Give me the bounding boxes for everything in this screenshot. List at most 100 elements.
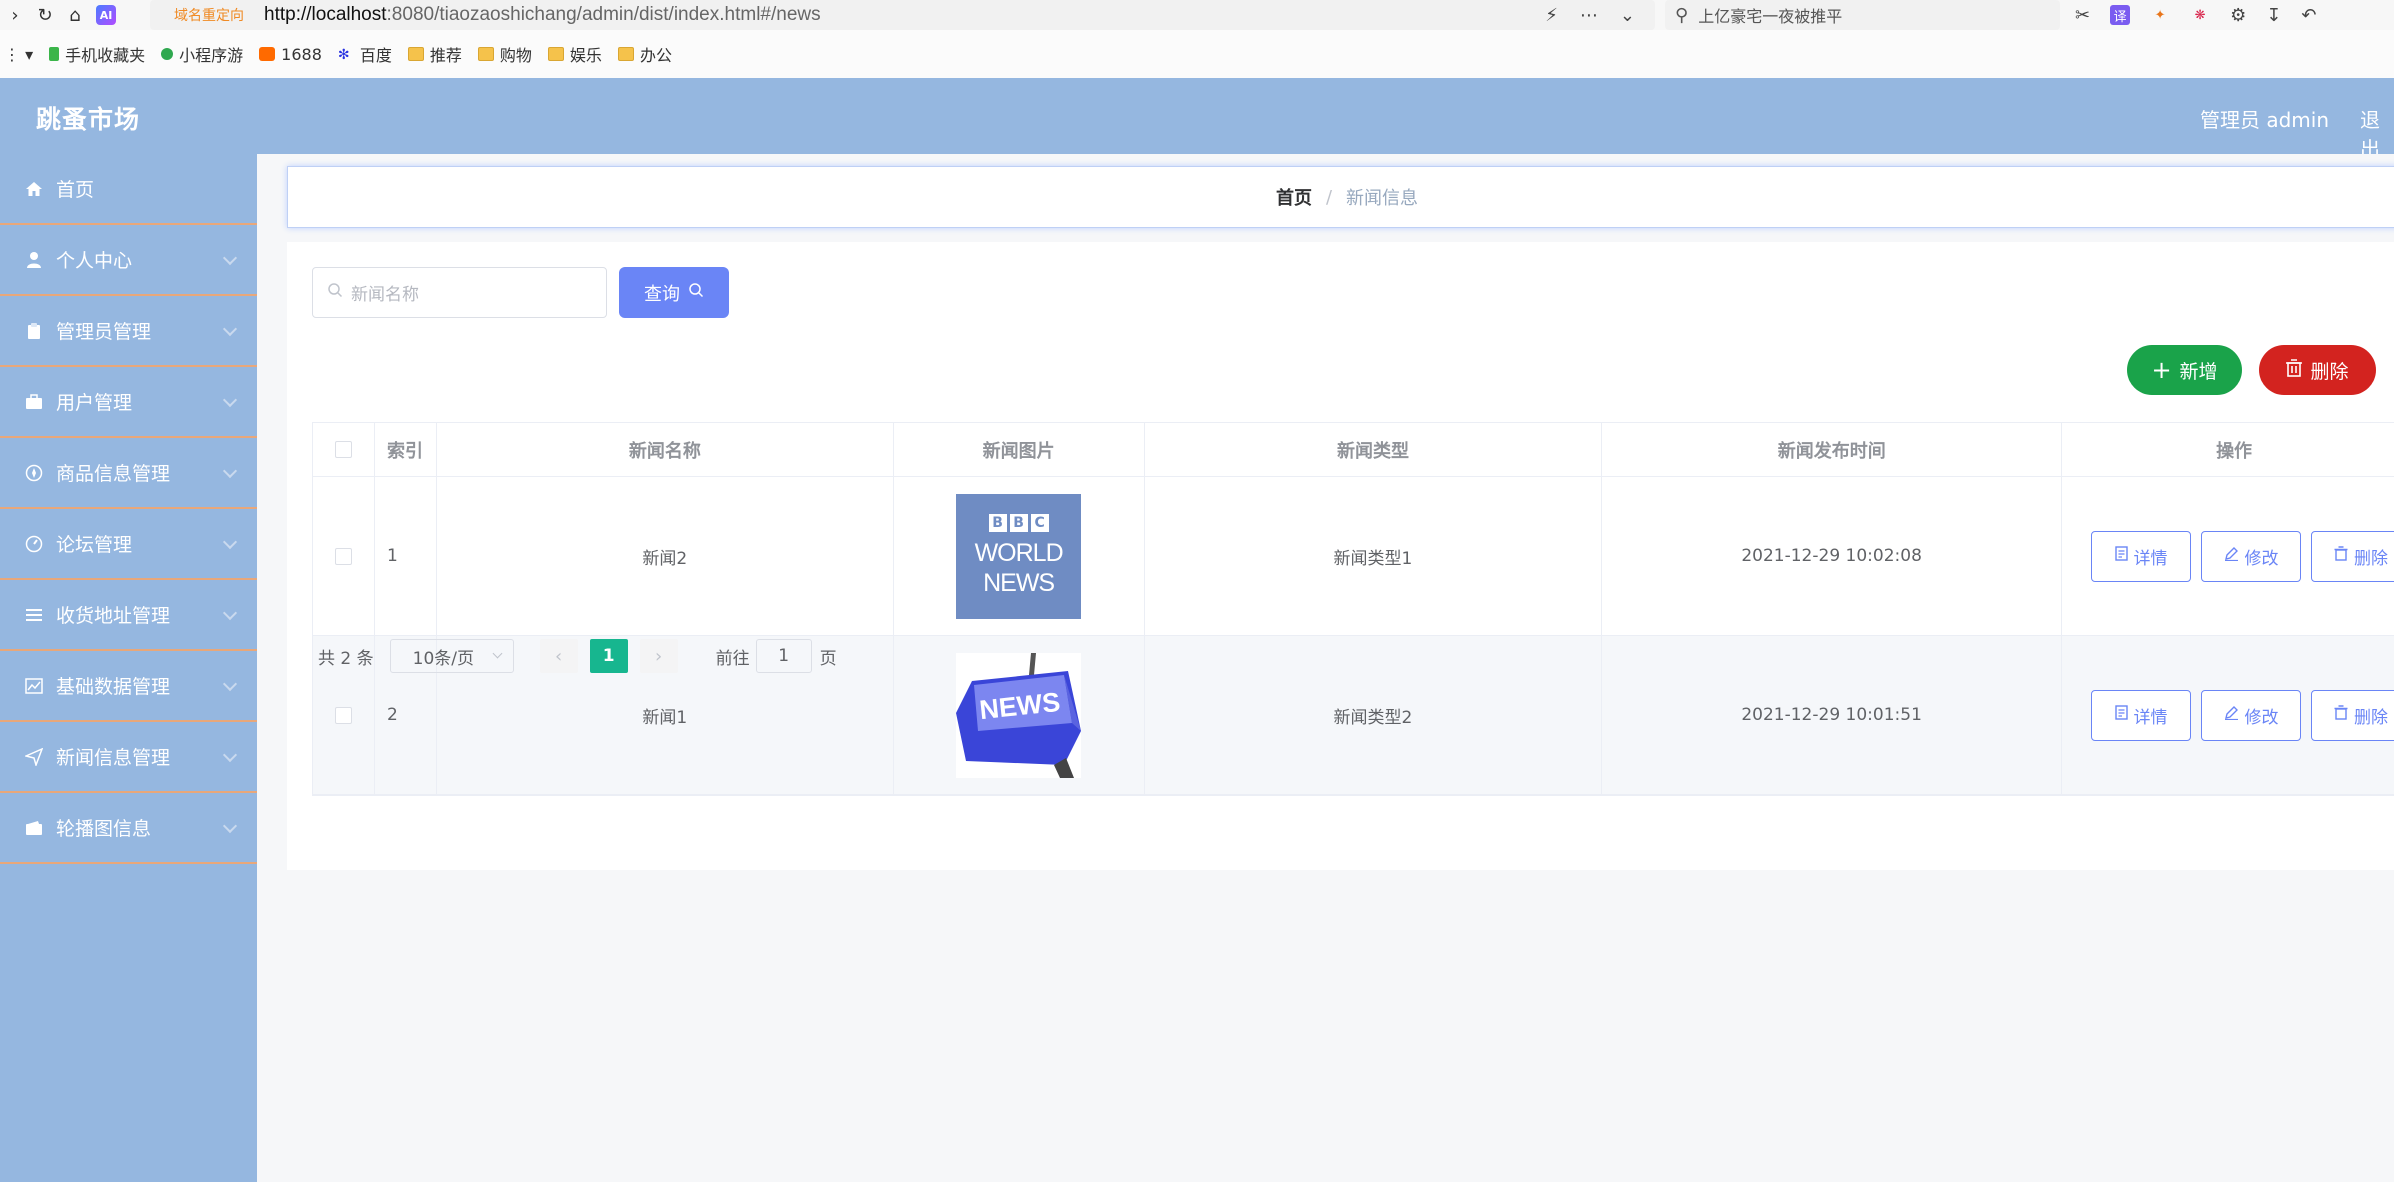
breadcrumb: 首页 / 新闻信息 [287,166,2394,228]
prev-page-button[interactable]: ‹ [539,639,578,673]
search-icon [688,282,704,303]
gauge-icon [24,534,44,554]
redirect-badge: 域名重定向 [174,8,244,24]
bookmark-bar: ⋮ ▾ 手机收藏夹 小程序游 1688 ✻ 百度 推荐 购物 娱乐 办公 [0,30,2394,78]
page-size-select[interactable]: 10条/页 [389,639,514,673]
bookmark-folder-shopping[interactable]: 购物 [477,42,532,66]
browser-search-box[interactable]: ⚲ 上亿豪宅一夜被推平 [1665,0,2060,30]
table-header-row: 索引 新闻名称 新闻图片 新闻类型 新闻发布时间 操作 [313,423,2394,477]
sidebar-item-label: 论坛管理 [56,534,133,556]
scissors-icon[interactable]: ✂ [2075,5,2090,26]
home-browser-icon[interactable]: ⌂ [60,0,90,30]
trash-icon [2286,358,2303,382]
header-name: 新闻名称 [437,423,894,476]
clipboard-icon [24,321,44,341]
chevron-down-icon[interactable]: ⌄ [1620,5,1635,26]
sidebar-item-goods[interactable]: 商品信息管理 [0,438,257,509]
query-button[interactable]: 查询 [619,267,729,318]
row-delete-button[interactable]: 删除 [2311,530,2394,582]
add-button-label: 新增 [2179,360,2218,383]
sidebar-item-label: 轮播图信息 [56,818,152,840]
flower-extension-icon[interactable]: ❋ [2190,5,2210,25]
sidebar-item-forum[interactable]: 论坛管理 [0,509,257,580]
batch-delete-button[interactable]: 删除 [2259,345,2376,395]
search-icon: ⚲ [1675,4,1689,26]
edit-icon [2224,705,2239,725]
bookmark-miniprogram[interactable]: 小程序游 [161,42,243,66]
sidebar-item-carousel[interactable]: 轮播图信息 [0,793,257,864]
goto-page-input[interactable]: 1 [755,639,812,673]
bookmark-folder-entertainment[interactable]: 娱乐 [547,42,602,66]
breadcrumb-home[interactable]: 首页 [1276,184,1312,210]
ai-icon[interactable]: AI [96,5,116,25]
row-delete-label: 删除 [2354,707,2388,728]
bookmark-folder-recommend[interactable]: 推荐 [407,42,462,66]
download-icon[interactable]: ↧ [2266,5,2281,26]
edit-button[interactable]: 修改 [2201,689,2301,741]
row-checkbox[interactable] [334,547,352,565]
detail-label: 详情 [2133,707,2168,728]
sidebar-item-address[interactable]: 收货地址管理 [0,580,257,651]
bbc-logo: B B C [988,514,1049,532]
sidebar-item-label: 新闻信息管理 [56,747,171,769]
sidebar-item-profile[interactable]: 个人中心 [0,225,257,296]
chevron-down-icon [222,534,238,550]
sidebar-item-admin[interactable]: 管理员管理 [0,296,257,367]
detail-button[interactable]: 详情 [2091,689,2191,741]
edit-label: 修改 [2244,548,2279,569]
row-news-name: 新闻2 [437,477,894,635]
chevron-down-icon [222,463,238,479]
add-button[interactable]: + 新增 [2127,345,2242,395]
miniprogram-icon [161,48,174,60]
bookmark-folder-office[interactable]: 办公 [617,42,672,66]
1688-icon [259,47,276,61]
translate-icon[interactable]: 译 [2110,5,2131,25]
sidebar-item-basedata[interactable]: 基础数据管理 [0,651,257,722]
edit-button[interactable]: 修改 [2201,530,2301,582]
select-all-checkbox[interactable] [334,441,352,458]
back-icon[interactable]: › [0,0,30,30]
chevron-down-icon [222,250,238,266]
batch-delete-label: 删除 [2310,360,2349,383]
main-area: 首页 / 新闻信息 新闻名称 查询 + 新增 删除 索引 新闻名称 新闻图片 新… [257,154,2394,1182]
sidebar-item-users[interactable]: 用户管理 [0,367,257,438]
header-type: 新闻类型 [1145,423,1603,476]
next-page-button[interactable]: › [639,639,678,673]
puzzle-icon[interactable]: ⚙ [2230,5,2246,26]
row-image-cell: NEWS [894,636,1145,794]
detail-button[interactable]: 详情 [2091,530,2191,582]
row-checkbox[interactable] [334,706,352,724]
folder-icon [547,47,564,61]
list-icon [24,605,44,625]
page-number-current[interactable]: 1 [589,639,628,673]
bookmark-phone[interactable]: 手机收藏夹 [49,42,145,66]
lightning-icon[interactable]: ⚡ [1545,5,1558,26]
image-text-news: NEWS [983,569,1055,597]
sidebar-item-home[interactable]: 首页 [0,154,257,225]
bookmark-baidu[interactable]: ✻ 百度 [338,42,392,66]
content-panel: 新闻名称 查询 + 新增 删除 索引 新闻名称 新闻图片 新闻类型 新闻发布时间… [287,242,2394,870]
bookmarks-menu-icon[interactable]: ⋮ ▾ [4,45,33,64]
chevron-down-icon [222,747,238,763]
row-news-type: 新闻类型2 [1145,636,1603,794]
folder-icon [407,47,424,61]
document-icon [2114,705,2128,725]
bbc-world-news-image: B B C WORLD NEWS [956,493,1082,619]
query-button-label: 查询 [644,283,680,305]
row-delete-button[interactable]: 删除 [2311,689,2394,741]
more-icon[interactable]: ⋯ [1580,5,1598,26]
address-bar[interactable]: 域名重定向 http://localhost:8080/tiaozaoshich… [150,0,1655,30]
bookmark-1688[interactable]: 1688 [259,45,322,64]
reload-icon[interactable]: ↻ [30,0,60,30]
undo-icon[interactable]: ↶ [2301,5,2316,26]
fox-extension-icon[interactable]: ✦ [2150,5,2170,25]
news-name-search-input[interactable]: 新闻名称 [312,267,607,318]
header-ops: 操作 [2062,423,2394,476]
sidebar-item-news[interactable]: 新闻信息管理 [0,722,257,793]
row-publish-time: 2021-12-29 10:02:08 [1602,477,2062,635]
briefcase-icon [24,392,44,412]
trash-icon [2334,705,2348,725]
row-actions: 详情 修改 删除 [2062,477,2394,635]
header-image: 新闻图片 [894,423,1145,476]
image-text-world: WORLD [974,539,1064,567]
